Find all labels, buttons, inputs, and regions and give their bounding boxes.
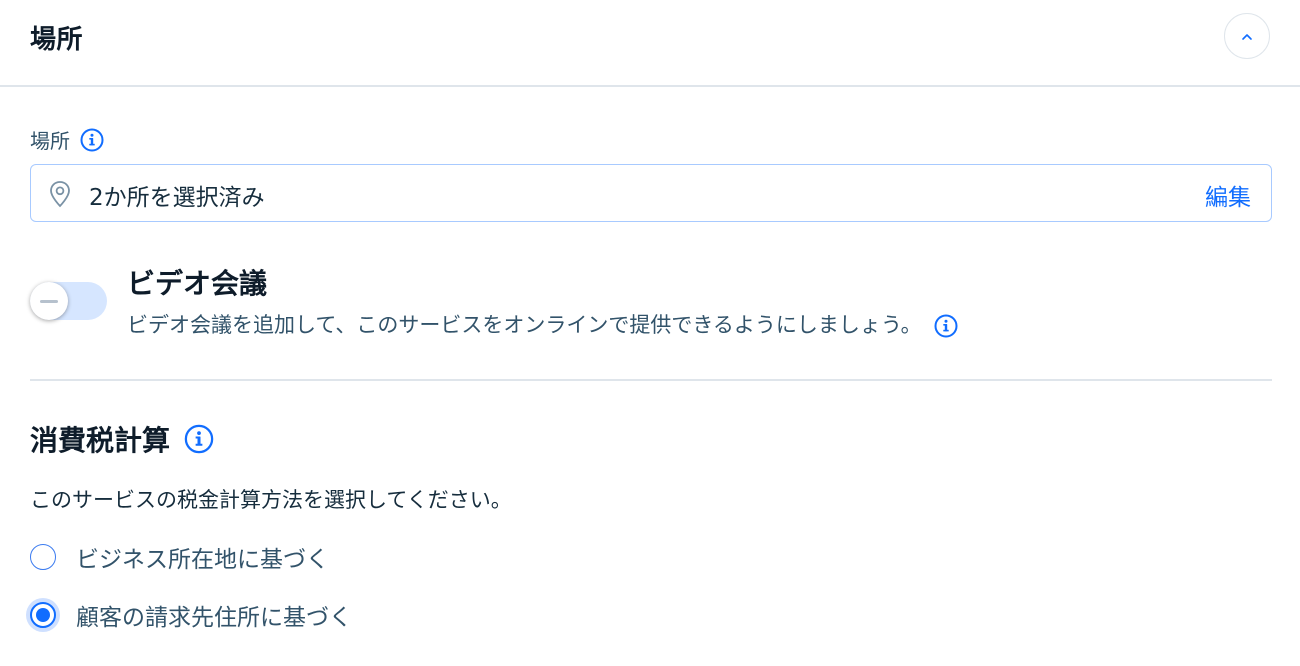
- radio-button-selected[interactable]: [30, 602, 56, 628]
- video-conference-description: ビデオ会議を追加して、このサービスをオンラインで提供できるようにしましょう。: [127, 309, 958, 339]
- collapse-button[interactable]: [1224, 13, 1270, 59]
- radio-dot: [36, 608, 50, 622]
- video-conference-title: ビデオ会議: [127, 267, 268, 300]
- tax-option-billing-address[interactable]: 顧客の請求先住所に基づく: [30, 598, 352, 632]
- info-icon[interactable]: [184, 424, 214, 454]
- location-value: 2か所を選択済み: [89, 185, 265, 211]
- map-pin-icon: [48, 180, 72, 212]
- video-conference-toggle[interactable]: [30, 282, 107, 320]
- info-icon[interactable]: [934, 314, 958, 338]
- location-label: 場所: [30, 125, 104, 154]
- location-settings-panel: 場所 場所 2か所を選択済み 編集 ビデオ会議 ビデオ会議を追加して、このサービ…: [0, 0, 1300, 666]
- toggle-knob: [30, 282, 68, 320]
- section-title: 場所: [30, 25, 84, 55]
- chevron-up-icon: [1240, 32, 1254, 41]
- tax-section-title: 消費税計算: [30, 419, 214, 459]
- location-selector-field[interactable]: 2か所を選択済み 編集: [30, 164, 1272, 222]
- radio-label: ビジネス所在地に基づく: [76, 547, 329, 573]
- location-label-text: 場所: [30, 129, 70, 153]
- minus-icon: [40, 299, 58, 303]
- info-icon[interactable]: [80, 128, 104, 152]
- tax-title-text: 消費税計算: [30, 424, 171, 457]
- radio-button[interactable]: [30, 544, 56, 570]
- edit-locations-button[interactable]: 編集: [1205, 178, 1251, 212]
- tax-description: このサービスの税金計算方法を選択してください。: [30, 488, 512, 512]
- section-divider: [30, 379, 1272, 381]
- video-conference-description-text: ビデオ会議を追加して、このサービスをオンラインで提供できるようにしましょう。: [127, 313, 922, 337]
- section-header: 場所: [0, 0, 1300, 87]
- tax-option-business-location[interactable]: ビジネス所在地に基づく: [30, 540, 329, 574]
- radio-label: 顧客の請求先住所に基づく: [76, 605, 352, 631]
